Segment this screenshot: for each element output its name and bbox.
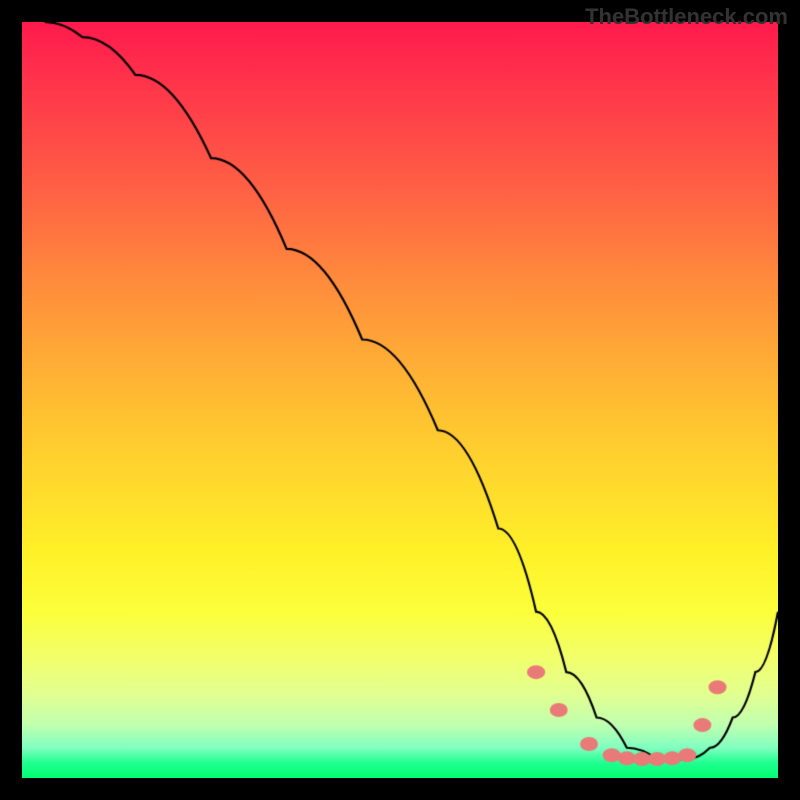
watermark-text: TheBottleneck.com	[585, 4, 788, 30]
chart-canvas	[22, 22, 778, 778]
